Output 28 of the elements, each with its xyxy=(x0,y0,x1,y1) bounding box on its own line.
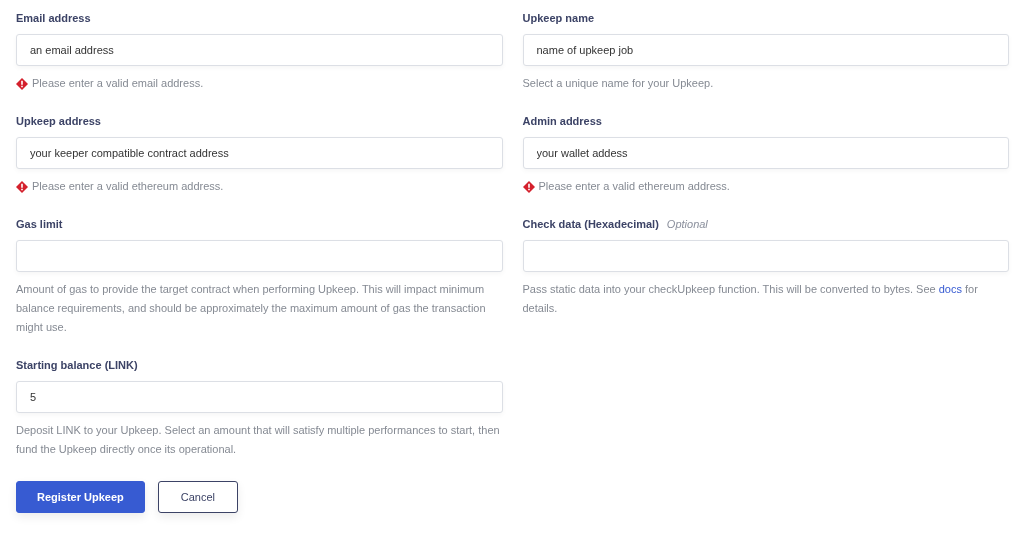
field-label: Email address xyxy=(16,12,91,24)
input-field[interactable]: your keeper compatible contract address xyxy=(16,137,503,169)
cancel-button[interactable]: Cancel xyxy=(157,481,239,513)
error-message: Please enter a valid ethereum address. xyxy=(32,179,224,194)
input-field[interactable] xyxy=(522,240,1009,272)
input-field[interactable]: your wallet addess xyxy=(522,137,1009,169)
input-field[interactable]: an email address xyxy=(16,34,503,66)
docs-link[interactable]: docs xyxy=(938,283,962,295)
error-message: Please enter a valid email address. xyxy=(32,76,204,91)
help-text: Select a unique name for your Upkeep. xyxy=(522,76,714,91)
error-message: Please enter a valid ethereum address. xyxy=(538,179,730,194)
error-icon xyxy=(16,77,28,90)
error-icon xyxy=(522,180,535,193)
error-icon xyxy=(16,180,28,193)
help-text: Deposit LINK to your Upkeep. Select an amount that will satisfy multiple performances to start, then fund the Upkeep directly once its operational. xyxy=(16,423,501,457)
field-label: Gas limit xyxy=(16,218,63,230)
input-field[interactable] xyxy=(16,240,503,272)
field-label: Check data (Hexadecimal) xyxy=(522,218,659,230)
input-field[interactable]: name of upkeep job xyxy=(522,34,1009,66)
field-label: Starting balance (LINK) xyxy=(16,359,138,371)
field-label: Upkeep name xyxy=(522,12,595,24)
field-label: Admin address xyxy=(522,115,602,127)
help-text: Amount of gas to provide the target contract when performing Upkeep. This will impact minimum balance requirements, and should be approximately the maximum amount of gas the transaction might use. xyxy=(16,282,487,335)
field-label: Upkeep address xyxy=(16,115,101,127)
register-button[interactable]: Register Upkeep xyxy=(16,481,145,513)
input-field[interactable]: 5 xyxy=(16,381,503,413)
optional-label: Optional xyxy=(666,218,708,230)
help-text: Pass static data into your checkUpkeep function. This will be converted to bytes. See docs for details. xyxy=(522,282,979,316)
